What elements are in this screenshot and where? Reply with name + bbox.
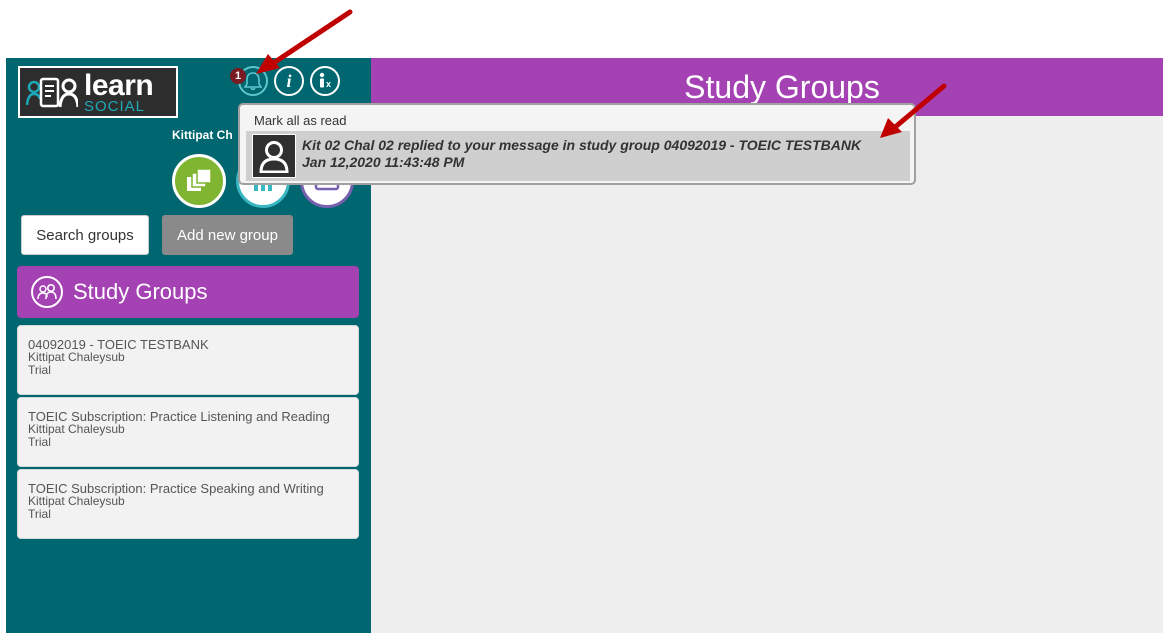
logo-learn-text: learn [84, 68, 154, 102]
study-groups-app-button[interactable] [172, 154, 226, 208]
user-avatar-icon [259, 141, 289, 173]
logo-social-text: SOCIAL [84, 97, 146, 115]
learnsocial-logo[interactable]: learn SOCIAL [18, 66, 178, 118]
group-status: Trial [28, 363, 51, 377]
group-status: Trial [28, 507, 51, 521]
study-groups-header: Study Groups [17, 266, 359, 318]
notification-timestamp: Jan 12,2020 11:43:48 PM [302, 154, 465, 170]
notification-message: Kit 02 Chal 02 replied to your message i… [302, 137, 862, 153]
avatar [252, 134, 296, 178]
svg-text:x: x [326, 79, 331, 89]
group-owner: Kittipat Chaleysub [28, 350, 125, 364]
logo-text: learn SOCIAL [84, 68, 154, 115]
stacked-cards-icon [187, 168, 212, 191]
logo-people-icon [26, 77, 78, 108]
mark-all-read-link[interactable]: Mark all as read [254, 113, 346, 128]
annotation-arrow-icon [880, 83, 947, 138]
group-list-item[interactable]: 04092019 - TOEIC TESTBANK Kittipat Chale… [17, 325, 359, 395]
logo-glyphs [26, 75, 78, 109]
group-list-item[interactable]: TOEIC Subscription: Practice Listening a… [17, 397, 359, 467]
app-window: learn SOCIAL 1 i x Kittipat Ch Search gr… [0, 0, 1163, 633]
group-owner: Kittipat Chaleysub [28, 422, 125, 436]
group-owner: Kittipat Chaleysub [28, 494, 125, 508]
search-groups-input[interactable]: Search groups [21, 215, 149, 255]
group-status: Trial [28, 435, 51, 449]
add-new-group-button[interactable]: Add new group [162, 215, 293, 255]
page-title: Study Groups [684, 68, 880, 105]
notification-item[interactable]: Kit 02 Chal 02 replied to your message i… [246, 131, 910, 181]
group-list-item[interactable]: TOEIC Subscription: Practice Speaking an… [17, 469, 359, 539]
notification-badge: 1 [230, 68, 246, 84]
username-label: Kittipat Ch [172, 128, 233, 142]
annotation-arrow-icon [256, 9, 353, 74]
notification-dropdown: Mark all as read Kit 02 Chal 02 replied … [238, 103, 916, 185]
study-groups-header-label: Study Groups [73, 279, 208, 304]
group-people-icon [31, 276, 63, 308]
